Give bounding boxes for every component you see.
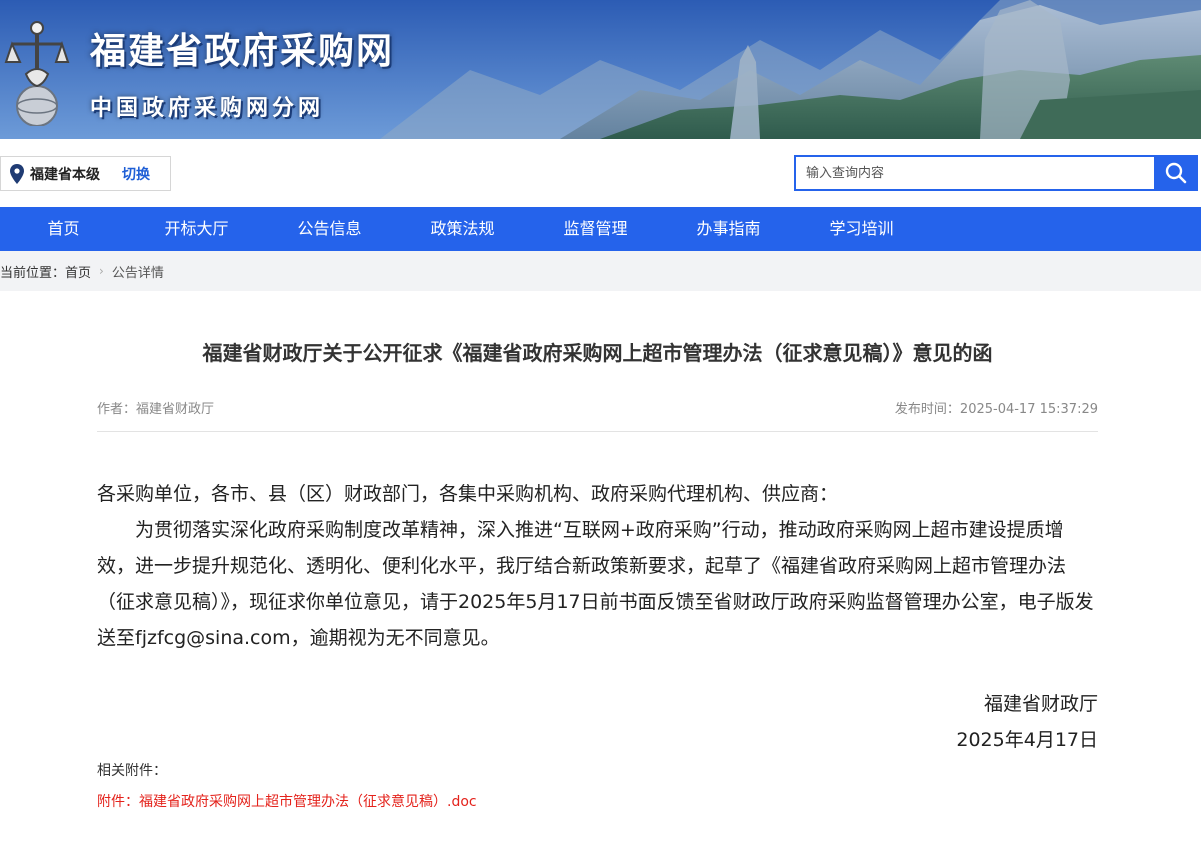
attachment-link[interactable]: 附件：福建省政府采购网上超市管理办法（征求意见稿）.doc	[97, 791, 477, 811]
nav-item-home[interactable]: 首页	[0, 207, 130, 251]
article-salutation: 各采购单位，各市、县（区）财政部门，各集中采购机构、政府采购代理机构、供应商：	[97, 483, 839, 505]
chevron-right-icon: ›	[99, 264, 104, 278]
attachments-label: 相关附件：	[97, 763, 167, 779]
signature-date: 2025年4月17日	[956, 729, 1098, 751]
article-body: 各采购单位，各市、县（区）财政部门，各集中采购机构、政府采购代理机构、供应商： …	[97, 476, 1098, 656]
region-level: 福建省本级	[30, 166, 100, 183]
nav-item-supervision[interactable]: 监督管理	[529, 207, 662, 251]
breadcrumb: 当前位置： 首页 › 公告详情	[0, 251, 1201, 291]
region-selector: 福建省本级 切换	[0, 156, 171, 191]
breadcrumb-current: 公告详情	[111, 265, 164, 281]
region-switch-button[interactable]: 切换	[122, 164, 150, 184]
article-title: 福建省财政厅关于公开征求《福建省政府采购网上超市管理办法（征求意见稿）》意见的函	[202, 341, 993, 365]
article-meta: 作者：福建省财政厅 发布时间：2025-04-17 15:37:29	[97, 398, 1098, 432]
site-subtitle: 中国政府采购网分网	[90, 96, 325, 121]
article-publish-time: 发布时间：2025-04-17 15:37:29	[894, 402, 1098, 417]
breadcrumb-home-link[interactable]: 首页	[65, 262, 91, 281]
nav-item-announcements[interactable]: 公告信息	[263, 207, 396, 251]
breadcrumb-prefix: 当前位置：	[0, 265, 66, 281]
site-title: 福建省政府采购网	[90, 31, 395, 72]
scales-of-justice-globe-icon	[4, 21, 70, 126]
article-signature: 福建省财政厅 2025年4月17日	[956, 686, 1098, 758]
article-author: 作者：福建省财政厅	[97, 402, 215, 417]
signature-org: 福建省财政厅	[983, 693, 1098, 715]
search-icon	[1165, 162, 1187, 184]
nav-item-policies[interactable]: 政策法规	[396, 207, 529, 251]
search-button[interactable]	[1154, 155, 1198, 191]
site-banner: 福建省政府采购网 中国政府采购网分网	[0, 0, 1201, 139]
search-input[interactable]	[794, 155, 1154, 191]
nav-item-guide[interactable]: 办事指南	[662, 207, 795, 251]
nav-item-bid-hall[interactable]: 开标大厅	[130, 207, 263, 251]
main-nav: 首页 开标大厅 公告信息 政策法规 监督管理 办事指南 学习培训	[0, 207, 1201, 251]
article-paragraph: 为贯彻落实深化政府采购制度改革精神，深入推进“互联网+政府采购”行动，推动政府采…	[97, 519, 1094, 649]
search-box	[794, 155, 1198, 191]
nav-item-training[interactable]: 学习培训	[795, 207, 928, 251]
location-pin-icon	[10, 163, 24, 184]
